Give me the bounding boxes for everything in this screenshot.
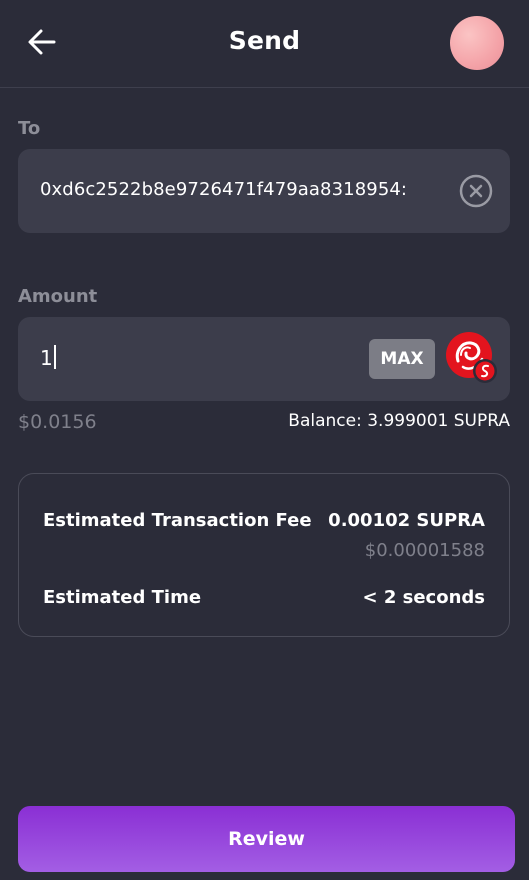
fee-usd-value: $0.00001588 [364, 540, 485, 561]
clear-address-button[interactable] [459, 174, 493, 208]
recipient-address-field[interactable]: 0xd6c2522b8e9726471f479aa8318954: [18, 149, 510, 233]
text-caret [53, 345, 56, 369]
amount-input[interactable]: 1 [40, 345, 56, 370]
recipient-address-input[interactable]: 0xd6c2522b8e9726471f479aa8318954: [40, 179, 438, 200]
to-label: To [18, 118, 41, 139]
time-label: Estimated Time [43, 587, 202, 608]
time-value: < 2 seconds [362, 587, 485, 608]
token-selector[interactable] [445, 331, 499, 385]
balance-text: Balance: 3.999001 SUPRA [288, 411, 510, 431]
review-button[interactable]: Review [18, 806, 515, 872]
amount-usd-value: $0.0156 [18, 411, 97, 433]
amount-label: Amount [18, 286, 98, 307]
amount-input-value: 1 [40, 346, 53, 370]
fee-label: Estimated Transaction Fee [43, 510, 312, 531]
supra-token-icon [446, 332, 497, 383]
fee-value: 0.00102 SUPRA [328, 510, 485, 531]
avatar[interactable] [450, 16, 504, 70]
header: Send [0, 0, 529, 88]
max-button[interactable]: MAX [369, 339, 435, 379]
clear-circle-icon [459, 174, 493, 208]
amount-field[interactable]: 1 MAX [18, 317, 510, 401]
fee-summary-card: Estimated Transaction Fee 0.00102 SUPRA … [18, 473, 510, 637]
